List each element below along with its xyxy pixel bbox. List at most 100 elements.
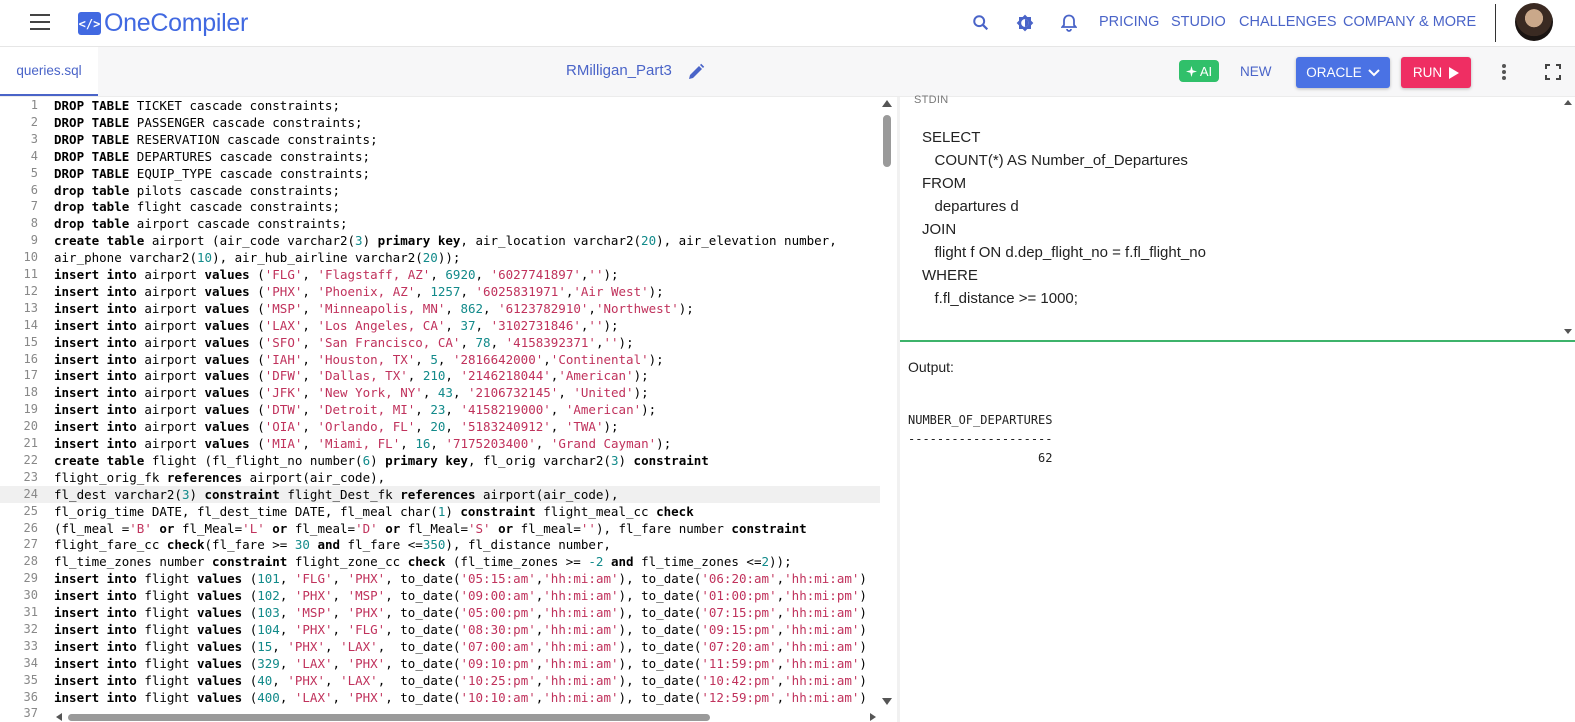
line-number: 31 [23,605,38,619]
code-line[interactable]: 11 insert into airport values ('FLG', 'Fl… [0,266,880,283]
code-line[interactable]: 34 insert into flight values (329, 'LAX',… [0,655,880,672]
code-line[interactable]: 23 flight_orig_fk references airport(air_… [0,469,880,486]
code-editor[interactable]: 37 36 insert into flight values (400, 'LAX… [0,97,897,722]
file-tab[interactable]: queries.sql [0,47,98,96]
line-number: 12 [23,283,38,298]
code-text: drop table pilots cascade constraints; [54,182,340,198]
code-line[interactable]: 17 insert into airport values ('DFW', 'Da… [0,367,880,384]
stdin-input[interactable]: SELECT COUNT(*) AS Number_of_Departures … [922,126,1206,310]
code-line[interactable]: 24 fl_dest varchar2(3) constraint flight_… [0,485,880,503]
nav-link-challenges[interactable]: CHALLENGES [1239,14,1337,30]
nav-link-pricing[interactable]: PRICING [1099,14,1159,30]
code-line[interactable]: 2 DROP TABLE PASSENGER cascade constraint… [0,114,880,131]
code-line[interactable]: 9 create table airport (air_code varchar2… [0,232,880,249]
code-line[interactable]: 10 air_phone varchar2(10), air_hub_airlin… [0,249,880,266]
scroll-left-arrow[interactable] [56,713,62,721]
line-number: 19 [23,402,38,417]
code-line[interactable]: 32 insert into flight values (104, 'PHX',… [0,621,880,638]
code-line[interactable]: 29 insert into flight values (101, 'FLG',… [0,570,880,587]
code-text: insert into flight values (40, 'PHX', 'L… [54,672,867,688]
code-line[interactable]: 28 fl_time_zones number constraint flight… [0,553,880,570]
code-line[interactable]: 13 insert into airport values ('MSP', 'Mi… [0,300,880,317]
code-line[interactable]: 25 fl_orig_time DATE, fl_dest_time DATE, … [0,503,880,520]
line-number: 29 [23,571,38,586]
code-line[interactable]: 7 drop table flight cascade constraints; [0,198,880,215]
code-line[interactable]: 5 DROP TABLE EQUIP_TYPE cascade constrain… [0,165,880,182]
code-line[interactable]: 12 insert into airport values ('PHX', 'Ph… [0,283,880,300]
code-line[interactable]: 35 insert into flight values (40, 'PHX', … [0,672,880,689]
code-line[interactable]: 33 insert into flight values (15, 'PHX', … [0,638,880,655]
code-line[interactable]: 8 drop table airport cascade constraints; [0,215,880,232]
code-line[interactable]: 20 insert into airport values ('OIA', 'Or… [0,418,880,435]
line-number: 33 [23,638,38,653]
line-number: 37 [23,706,38,721]
code-text: insert into airport values ('OIA', 'Orla… [54,419,619,435]
code-line[interactable]: 21 insert into airport values ('MIA', 'Mi… [0,435,880,452]
code-text: insert into flight values (329, 'LAX', '… [54,655,867,671]
code-text: create table flight (fl_flight_no number… [54,452,709,468]
code-text: flight_orig_fk references airport(air_co… [54,469,386,485]
scroll-down-arrow[interactable] [882,698,892,705]
code-text: insert into flight values (15, 'PHX', 'L… [54,638,867,654]
line-number: 7 [30,199,38,214]
line-number: 30 [23,588,38,603]
code-text: (fl_meal ='B' or fl_Meal='L' or fl_meal=… [54,520,807,536]
code-text: fl_dest varchar2(3) constraint flight_De… [54,486,619,502]
code-line[interactable]: 15 insert into airport values ('SFO', 'Sa… [0,334,880,351]
code-line[interactable]: 31 insert into flight values (103, 'MSP',… [0,604,880,621]
code-text: create table airport (air_code varchar2(… [54,233,837,249]
code-line[interactable]: 22 create table flight (fl_flight_no numb… [0,452,880,469]
line-number: 24 [23,486,38,501]
new-button[interactable]: NEW [1240,64,1272,79]
line-number: 14 [23,317,38,332]
line-number: 8 [30,216,38,231]
output-label: Output: [908,359,954,375]
stdin-label: STDIN [914,94,949,106]
vertical-scrollbar-thumb[interactable] [883,115,891,167]
code-text: insert into flight values (102, 'PHX', '… [54,588,867,604]
stdin-scrollbar[interactable] [1564,99,1572,335]
line-number: 32 [23,621,38,636]
code-text: insert into airport values ('SFO', 'San … [54,334,634,350]
ai-button[interactable]: AI [1179,60,1219,82]
language-select[interactable]: ORACLE [1296,57,1390,88]
fullscreen-icon[interactable] [1545,64,1561,80]
code-line[interactable]: 19 insert into airport values ('DTW', 'De… [0,401,880,418]
run-button[interactable]: RUN [1401,57,1471,88]
onecompiler-logo[interactable]: </> OneCompiler [78,9,248,38]
code-line[interactable]: 6 drop table pilots cascade constraints; [0,182,880,199]
code-line[interactable]: 27 flight_fare_cc check(fl_fare >= 30 and… [0,536,880,553]
code-text: DROP TABLE EQUIP_TYPE cascade constraint… [54,165,371,181]
nav-link-studio[interactable]: STUDIO [1171,14,1226,30]
code-line[interactable]: 30 insert into flight values (102, 'PHX',… [0,587,880,604]
scroll-right-arrow[interactable] [870,713,876,721]
bell-icon[interactable] [1058,12,1080,34]
top-navbar: </> OneCompiler PRICING STUDIO CHALLENGE… [0,0,1575,47]
code-line[interactable]: 14 insert into airport values ('LAX', 'Lo… [0,317,880,334]
stdin-panel[interactable]: STDIN SELECT COUNT(*) AS Number_of_Depar… [900,94,1575,341]
user-avatar[interactable] [1515,3,1553,41]
code-text: drop table flight cascade constraints; [54,199,340,215]
code-line[interactable]: 1 DROP TABLE TICKET cascade constraints; [0,97,880,114]
code-line[interactable]: 36 insert into flight values (400, 'LAX',… [0,689,880,706]
search-icon[interactable] [970,12,992,34]
code-line[interactable]: 18 insert into airport values ('JFK', 'Ne… [0,384,880,401]
line-number: 26 [23,520,38,535]
run-label: RUN [1412,65,1443,80]
more-options-icon[interactable] [1498,62,1510,82]
code-text: DROP TABLE TICKET cascade constraints; [54,98,340,113]
code-line[interactable]: 26 (fl_meal ='B' or fl_Meal='L' or fl_mea… [0,520,880,537]
code-text: flight_fare_cc check(fl_fare >= 30 and f… [54,537,611,553]
theme-toggle-icon[interactable] [1014,12,1036,34]
scroll-up-arrow[interactable] [882,100,892,107]
code-line[interactable]: 16 insert into airport values ('IAH', 'Ho… [0,351,880,368]
edit-pencil-icon[interactable] [687,63,705,81]
horizontal-scrollbar-thumb[interactable] [68,714,710,721]
menu-icon[interactable] [30,14,50,32]
code-text: insert into airport values ('DFW', 'Dall… [54,368,649,384]
nav-link-company-more[interactable]: COMPANY & MORE [1343,14,1476,30]
code-line[interactable]: 3 DROP TABLE RESERVATION cascade constrai… [0,131,880,148]
line-number: 15 [23,334,38,349]
code-line[interactable]: 4 DROP TABLE DEPARTURES cascade constrain… [0,148,880,165]
project-title[interactable]: RMilligan_Part3 [566,62,672,79]
